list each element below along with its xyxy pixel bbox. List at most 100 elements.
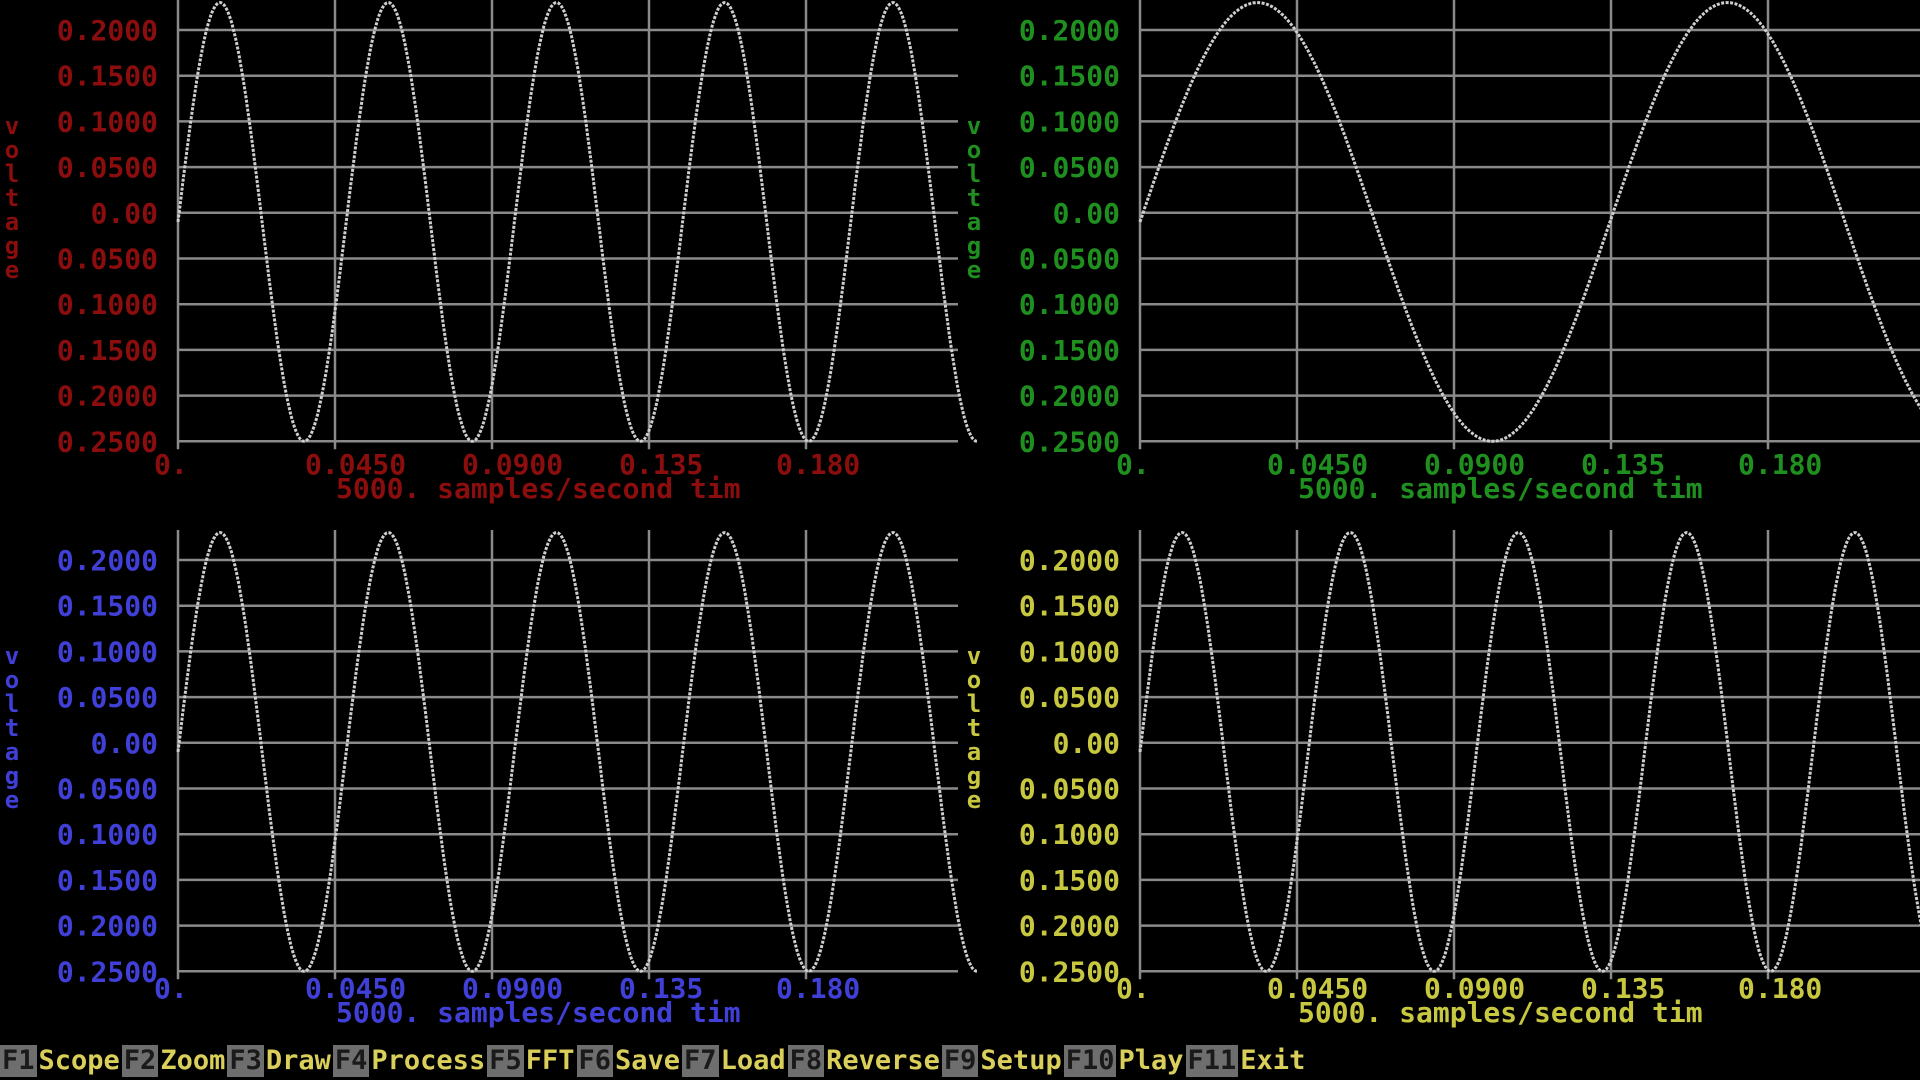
x-tick-label: 0.180: [776, 448, 860, 481]
y-tick-label: 0.2000: [1019, 544, 1120, 577]
fkey-number: F7: [682, 1045, 719, 1077]
sample-rate-label: 5000. samples/second tim: [336, 472, 741, 505]
y-tick-label: 0.0500: [1019, 681, 1120, 714]
fkey-number: F5: [487, 1045, 524, 1077]
fkey-number: F10: [1063, 1045, 1117, 1077]
y-tick-label: 0.1000: [57, 635, 158, 668]
fkey-process[interactable]: F4 Process: [332, 1045, 487, 1077]
y-tick-label: 0.1500: [1019, 60, 1120, 93]
scope-panel-ch2: 0.2000 0.1500 0.1000 0.0500 0.00 0.0500 0.1000…: [967, 0, 1920, 505]
signal-trace: [1138, 531, 1920, 973]
y-tick-label: 0.2000: [57, 380, 158, 413]
signal-trace: [176, 1, 978, 443]
y-tick-label: 0.1500: [57, 590, 158, 623]
x-tick-label: 0.: [154, 448, 188, 481]
fkey-scope[interactable]: F1 Scope: [0, 1045, 122, 1077]
y-axis-title: voltage: [967, 112, 981, 284]
signal-trace: [176, 531, 978, 973]
x-tick-label: 0.180: [1738, 448, 1822, 481]
function-key-bar: F1 Scope F2 Zoom F3 Draw F4 Process F5 FFT F6 Save F…: [0, 1042, 1920, 1080]
y-tick-label: 0.0500: [57, 681, 158, 714]
y-tick-label: 0.1000: [1019, 105, 1120, 138]
y-axis-title-char: e: [967, 256, 981, 284]
fkey-label: Load: [720, 1045, 786, 1076]
sample-rate-label: 5000. samples/second tim: [1298, 472, 1703, 505]
y-tick-label: 0.00: [91, 197, 158, 230]
fkey-number: F1: [0, 1045, 37, 1077]
fkey-setup[interactable]: F9 Setup: [941, 1045, 1064, 1077]
y-tick-label: 0.1000: [57, 818, 158, 851]
oscilloscope-display: 0.2000 0.1500 0.1000 0.0500 0.00 0.0500 0.1000…: [5, 0, 1920, 1029]
scope-panel-ch1: 0.2000 0.1500 0.1000 0.0500 0.00 0.0500 0.1000…: [5, 0, 978, 505]
x-tick-label: 0.180: [776, 972, 860, 1005]
y-tick-label: 0.2500: [1019, 955, 1120, 988]
x-tick-label: 0.: [154, 972, 188, 1005]
fkey-draw[interactable]: F3 Draw: [227, 1045, 333, 1077]
y-tick-label: 0.2000: [1019, 14, 1120, 47]
fkey-number: F2: [121, 1045, 159, 1077]
x-tick-label: 0.: [1116, 448, 1150, 481]
y-tick-label: 0.0500: [57, 243, 158, 276]
y-tick-label: 0.2500: [1019, 425, 1120, 458]
y-tick-label: 0.2500: [57, 955, 158, 988]
fkey-zoom[interactable]: F2 Zoom: [121, 1045, 228, 1077]
y-tick-label: 0.1000: [57, 105, 158, 138]
fkey-label: Reverse: [826, 1045, 940, 1076]
fkey-play[interactable]: F10 Play: [1063, 1045, 1186, 1077]
sample-rate-label: 5000. samples/second tim: [1298, 996, 1703, 1029]
y-tick-label: 0.0500: [57, 773, 158, 806]
y-tick-label: 0.1500: [57, 334, 158, 367]
y-tick-label: 0.00: [91, 727, 158, 760]
y-tick-label: 0.1500: [1019, 590, 1120, 623]
y-tick-label: 0.0500: [57, 151, 158, 184]
y-tick-label: 0.2000: [57, 14, 158, 47]
fkey-label: Scope: [38, 1045, 120, 1076]
y-axis-title-char: e: [5, 786, 19, 814]
fkey-label: FFT: [525, 1045, 575, 1076]
fkey-label: Exit: [1240, 1045, 1306, 1076]
y-tick-label: 0.0500: [1019, 151, 1120, 184]
fkey-label: Save: [615, 1045, 681, 1076]
fkey-number: F11: [1185, 1045, 1239, 1077]
fkey-fft[interactable]: F5 FFT: [487, 1045, 576, 1077]
fkey-label: Process: [371, 1045, 486, 1076]
scope-panel-ch4: 0.2000 0.1500 0.1000 0.0500 0.00 0.0500 0.1000…: [967, 530, 1920, 1029]
fkey-number: F3: [227, 1045, 264, 1077]
fkey-number: F9: [941, 1045, 979, 1077]
fkey-number: F4: [332, 1045, 370, 1077]
x-tick-label: 0.: [1116, 972, 1150, 1005]
fkey-label: Zoom: [160, 1045, 226, 1076]
y-axis-title: voltage: [5, 642, 19, 814]
y-tick-label: 0.2000: [1019, 380, 1120, 413]
fkey-save[interactable]: F6 Save: [576, 1045, 683, 1077]
y-tick-label: 0.1500: [57, 864, 158, 897]
y-tick-label: 0.2000: [1019, 910, 1120, 943]
y-axis-title-char: e: [967, 786, 981, 814]
y-tick-label: 0.2000: [57, 910, 158, 943]
y-tick-label: 0.2000: [57, 544, 158, 577]
y-axis-title-char: e: [5, 256, 19, 284]
fkey-reverse[interactable]: F8 Reverse: [787, 1045, 942, 1077]
y-tick-label: 0.1000: [1019, 288, 1120, 321]
y-tick-label: 0.1500: [57, 60, 158, 93]
y-tick-label: 0.1000: [1019, 635, 1120, 668]
fkey-number: F6: [576, 1045, 614, 1077]
fkey-exit[interactable]: F11 Exit: [1185, 1045, 1308, 1077]
fkey-number: F8: [787, 1045, 825, 1077]
y-axis-title: voltage: [5, 112, 19, 284]
y-tick-label: 0.2500: [57, 425, 158, 458]
fkey-label: Draw: [265, 1045, 331, 1076]
scope-panel-ch3: 0.2000 0.1500 0.1000 0.0500 0.00 0.0500 0.1000…: [5, 530, 978, 1029]
fkey-label: Play: [1118, 1045, 1184, 1076]
sample-rate-label: 5000. samples/second tim: [336, 996, 741, 1029]
y-tick-label: 0.1500: [1019, 864, 1120, 897]
y-tick-label: 0.0500: [1019, 773, 1120, 806]
fkey-load[interactable]: F7 Load: [682, 1045, 788, 1077]
y-tick-label: 0.00: [1053, 727, 1120, 760]
y-tick-label: 0.1500: [1019, 334, 1120, 367]
y-tick-label: 0.0500: [1019, 243, 1120, 276]
y-axis-title: voltage: [967, 642, 981, 814]
x-tick-label: 0.180: [1738, 972, 1822, 1005]
y-tick-label: 0.1000: [1019, 818, 1120, 851]
signal-trace: [1138, 1, 1920, 443]
